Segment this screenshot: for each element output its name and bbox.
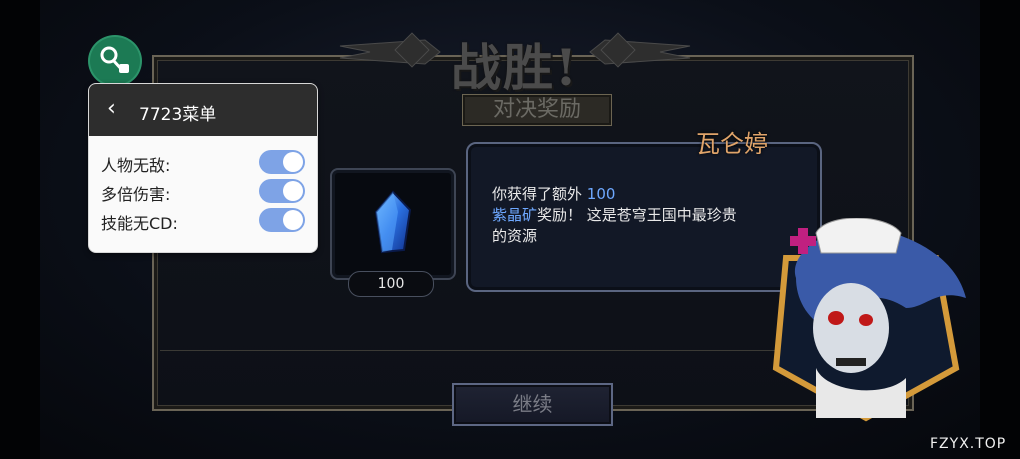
speaker-name: 瓦仑婷 bbox=[696, 130, 768, 158]
cheat-option-label: 人物无敌: bbox=[101, 156, 171, 175]
cheat-menu-panel: ‹ 7723菜单 人物无敌: 多倍伤害: 技能无CD: bbox=[88, 83, 318, 253]
game-screen: 战胜! 对决奖励 100 瓦仑婷 你获得了额外 100 紫晶矿奖励！ 这是苍穹王… bbox=[0, 0, 1020, 459]
invincible-toggle[interactable] bbox=[259, 150, 305, 174]
cheat-option-no-cd: 技能无CD: bbox=[101, 208, 311, 234]
dialog-line1-prefix: 你获得了额外 bbox=[492, 185, 587, 203]
dialog-amount: 100 bbox=[586, 185, 616, 203]
cheat-menu-title: 7723菜单 bbox=[139, 105, 217, 125]
duel-reward-subtitle: 对决奖励 bbox=[462, 94, 612, 126]
victory-title: 战胜! bbox=[451, 38, 579, 97]
site-watermark: FZYX.TOP bbox=[930, 436, 1007, 452]
back-chevron-icon[interactable]: ‹ bbox=[107, 96, 116, 121]
cheat-menu-header: ‹ 7723菜单 bbox=[89, 84, 317, 136]
victory-banner: 战胜! bbox=[330, 18, 700, 97]
cheat-option-damage: 多倍伤害: bbox=[101, 179, 311, 205]
cheat-option-label: 多倍伤害: bbox=[101, 185, 171, 204]
key-icon bbox=[100, 46, 129, 73]
blue-crystal-icon bbox=[374, 190, 412, 254]
multi-damage-toggle[interactable] bbox=[259, 179, 305, 203]
cheat-option-label: 技能无CD: bbox=[101, 214, 178, 233]
reward-count-badge: 100 bbox=[348, 271, 434, 297]
dialog-line2: 奖励！ 这是苍穹王国中最珍贵 bbox=[537, 206, 737, 224]
cheat-menu-toggle-button[interactable] bbox=[88, 35, 142, 87]
dialog-resource-name: 紫晶矿 bbox=[492, 206, 538, 224]
no-cooldown-toggle[interactable] bbox=[259, 208, 305, 232]
reward-item-slot bbox=[330, 168, 456, 280]
right-letterbox bbox=[980, 0, 1020, 459]
toggle-knob bbox=[283, 152, 303, 172]
left-letterbox bbox=[0, 0, 40, 459]
toggle-knob bbox=[283, 181, 303, 201]
toggle-knob bbox=[283, 210, 303, 230]
cheat-option-invincible: 人物无敌: bbox=[101, 150, 311, 176]
continue-button[interactable]: 继续 bbox=[452, 383, 613, 426]
character-portrait-icon bbox=[772, 218, 966, 422]
